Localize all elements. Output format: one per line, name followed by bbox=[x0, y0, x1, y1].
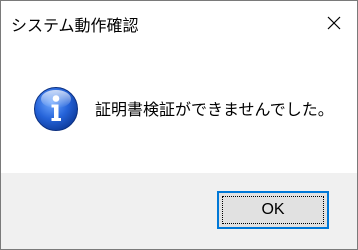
dialog-content: 証明書検証ができませんでした。 bbox=[1, 45, 357, 173]
message-dialog: システム動作確認 証明書検証ができませんでした。 OK bbox=[0, 0, 358, 250]
close-icon bbox=[327, 16, 341, 30]
ok-button[interactable]: OK bbox=[217, 191, 329, 229]
ok-button-label: OK bbox=[261, 201, 285, 218]
message-text: 証明書検証ができませんでした。 bbox=[95, 100, 334, 119]
info-icon bbox=[34, 87, 78, 131]
button-bar: OK bbox=[1, 173, 357, 249]
title-bar: システム動作確認 bbox=[1, 1, 357, 45]
window-title: システム動作確認 bbox=[11, 16, 139, 35]
close-button[interactable] bbox=[311, 1, 357, 45]
